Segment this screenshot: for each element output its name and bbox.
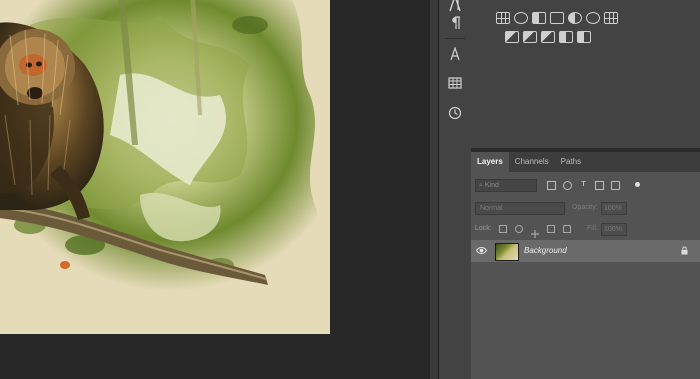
levels-icon[interactable] bbox=[525, 0, 539, 6]
opacity-label: Opacity: bbox=[572, 204, 598, 211]
lock-image-pixels-icon[interactable] bbox=[515, 225, 523, 233]
color-balance-icon[interactable] bbox=[550, 12, 564, 24]
channel-mixer-icon[interactable] bbox=[586, 12, 600, 24]
canvas-panel-gutter bbox=[430, 0, 438, 379]
adjustments-row-2 bbox=[505, 31, 591, 43]
lock-position-icon[interactable] bbox=[531, 225, 539, 238]
right-panels: Layers Channels Paths ⌕ Kind T Normal Op… bbox=[471, 0, 700, 379]
layer-row-background[interactable]: Background bbox=[471, 240, 700, 262]
photo-filter-icon[interactable] bbox=[568, 12, 582, 24]
opacity-field[interactable]: 100% bbox=[601, 202, 627, 215]
curves-icon[interactable] bbox=[514, 12, 528, 24]
lock-artboard-icon[interactable] bbox=[547, 225, 555, 233]
levels-icon[interactable] bbox=[496, 12, 510, 24]
color-lookup-icon[interactable] bbox=[604, 12, 618, 24]
adjustments-row-1 bbox=[496, 12, 618, 24]
filter-kind-label: Kind bbox=[484, 182, 499, 189]
history-icon[interactable] bbox=[444, 102, 466, 124]
selective-color-icon[interactable] bbox=[577, 31, 591, 43]
invert-icon[interactable] bbox=[505, 31, 519, 43]
pixel-filter-icon[interactable] bbox=[547, 181, 556, 190]
layer-thumbnail[interactable] bbox=[495, 243, 519, 261]
layer-filter-row: ⌕ Kind T bbox=[475, 179, 696, 193]
shape-filter-icon[interactable] bbox=[595, 181, 604, 190]
table-icon[interactable] bbox=[444, 72, 466, 94]
glyphs-icon[interactable] bbox=[444, 43, 466, 65]
smart-object-filter-icon[interactable] bbox=[611, 181, 620, 190]
lock-icon[interactable] bbox=[681, 246, 688, 255]
brightness-icon[interactable] bbox=[507, 0, 521, 6]
adjustment-filter-icon[interactable] bbox=[563, 181, 572, 190]
adjustments-panel bbox=[471, 0, 700, 148]
tab-paths[interactable]: Paths bbox=[555, 152, 587, 172]
layers-tab-bar: Layers Channels Paths bbox=[471, 152, 700, 172]
adjustments-row-top bbox=[507, 0, 557, 6]
exposure-icon[interactable] bbox=[532, 12, 546, 24]
eye-icon[interactable] bbox=[476, 246, 487, 255]
posterize-icon[interactable] bbox=[523, 31, 537, 43]
fill-label: Fill: bbox=[587, 225, 598, 232]
lock-all-icon[interactable] bbox=[563, 225, 571, 233]
blend-mode-select[interactable]: Normal bbox=[475, 202, 565, 215]
canvas-area[interactable] bbox=[0, 0, 430, 379]
lock-transparent-pixels-icon[interactable] bbox=[499, 225, 507, 233]
layer-name[interactable]: Background bbox=[524, 246, 567, 255]
tab-layers[interactable]: Layers bbox=[471, 152, 509, 172]
filter-kind-select[interactable]: ⌕ Kind bbox=[475, 179, 537, 192]
gradient-map-icon[interactable] bbox=[559, 31, 573, 43]
threshold-icon[interactable] bbox=[541, 31, 555, 43]
curves-icon[interactable] bbox=[543, 0, 557, 6]
panel-icon-dock bbox=[438, 0, 472, 379]
lock-row: Lock: Fill: 100% bbox=[475, 223, 696, 238]
type-filter-icon[interactable]: T bbox=[579, 181, 588, 190]
filter-toggle-icon[interactable] bbox=[635, 182, 640, 187]
lock-label: Lock: bbox=[475, 225, 492, 232]
document-canvas[interactable] bbox=[0, 0, 330, 334]
marmoset-photo bbox=[0, 0, 330, 334]
fill-field[interactable]: 100% bbox=[601, 223, 627, 236]
blend-row: Normal Opacity: 100% bbox=[475, 202, 696, 216]
tab-channels[interactable]: Channels bbox=[509, 152, 555, 172]
layers-panel: Layers Channels Paths ⌕ Kind T Normal Op… bbox=[471, 152, 700, 379]
paragraph-icon[interactable] bbox=[444, 12, 466, 34]
